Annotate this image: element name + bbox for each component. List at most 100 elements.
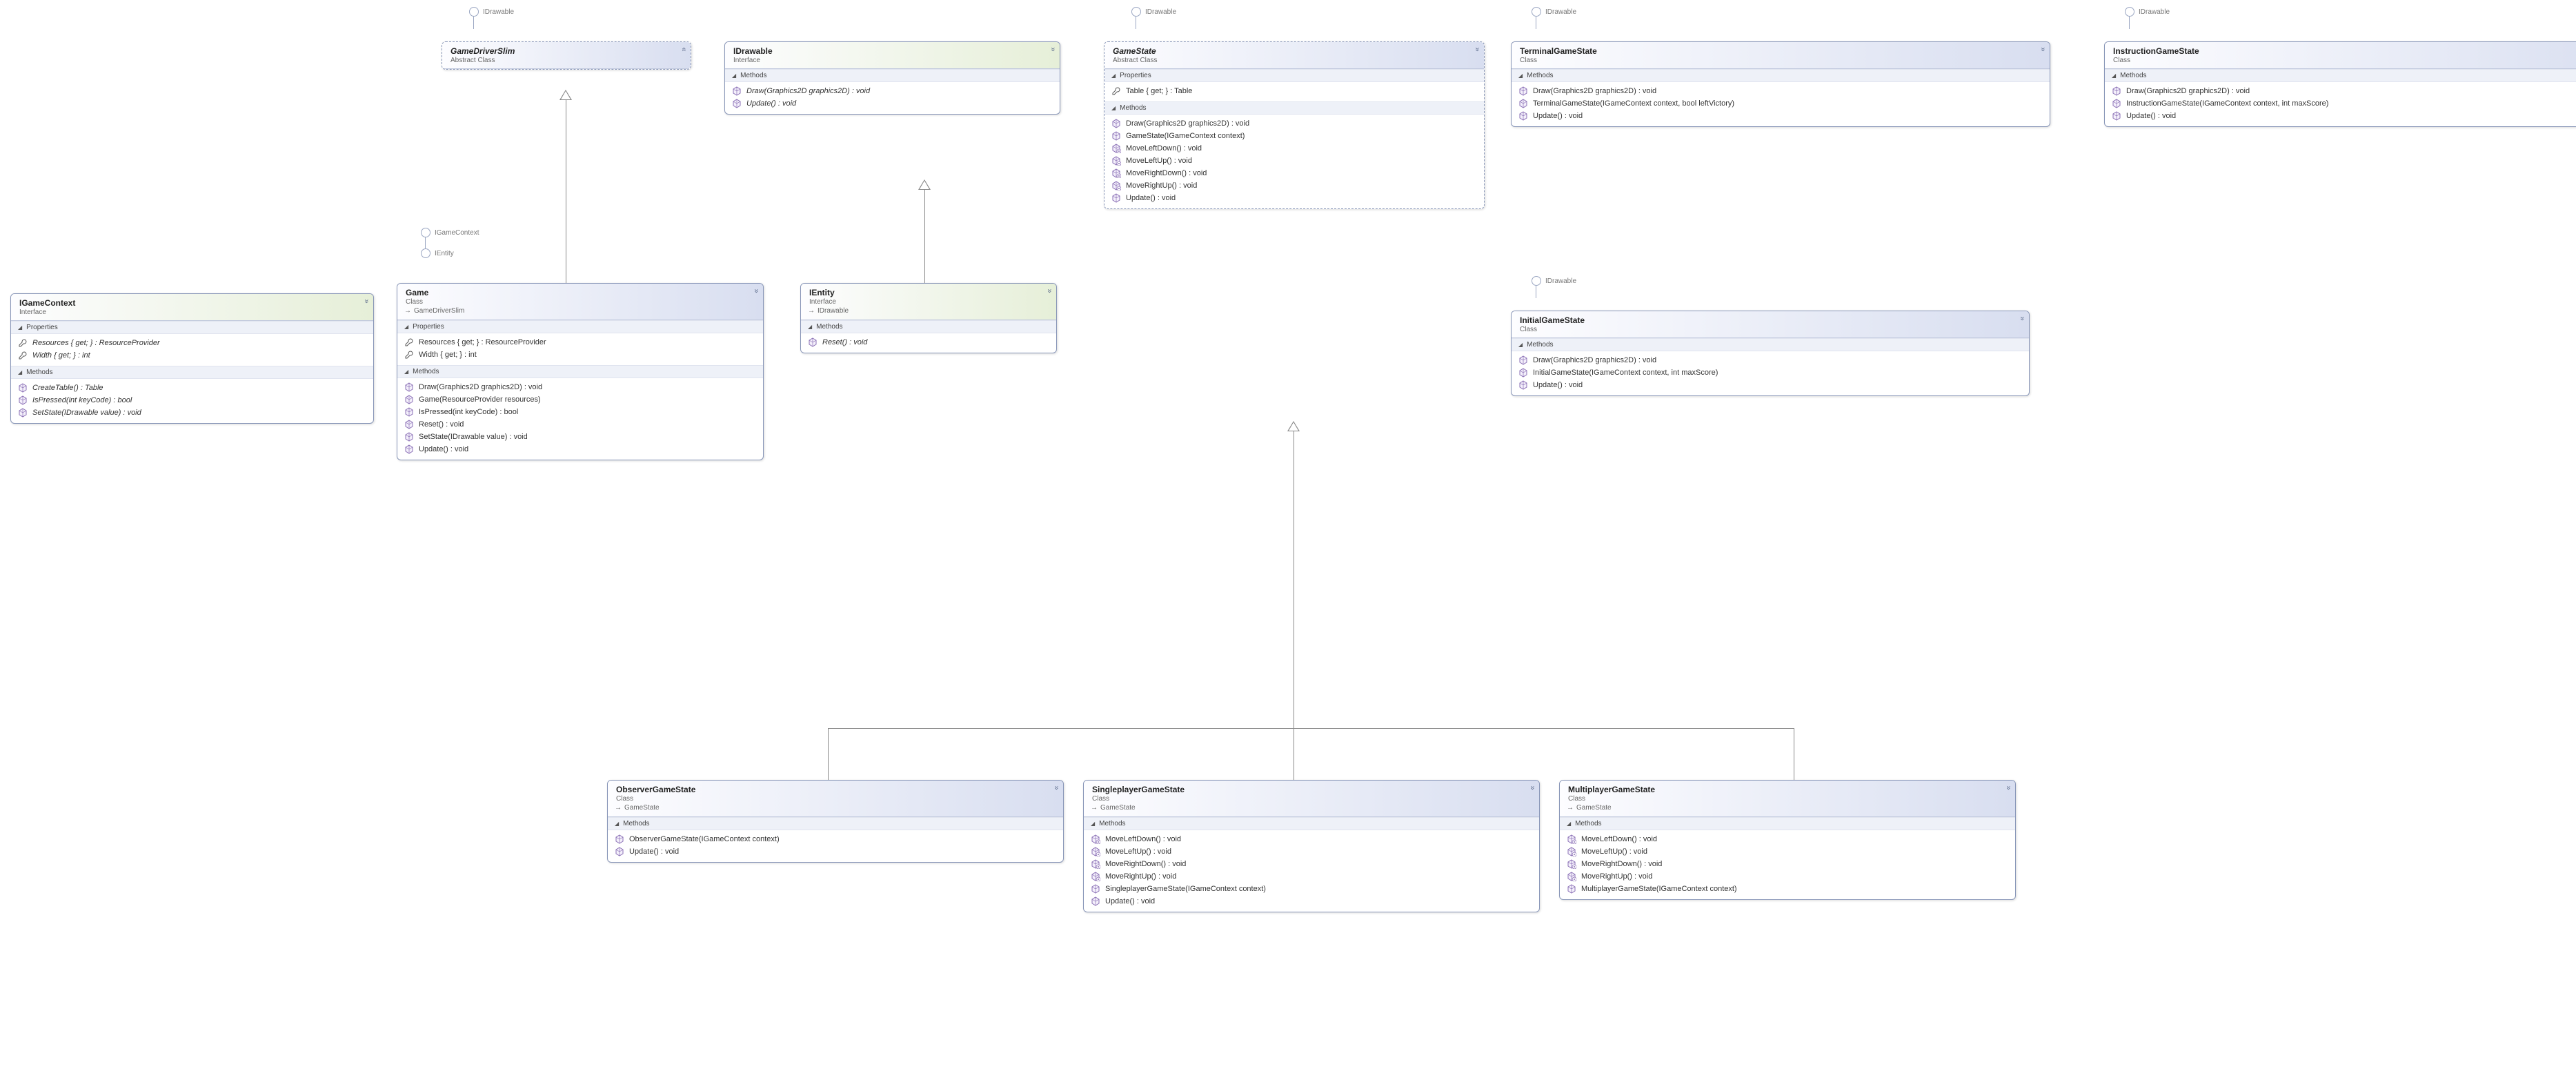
member[interactable]: Draw(Graphics2D graphics2D) : void [1518,354,2022,366]
collapse-chevron-icon[interactable]: « [2018,318,2026,320]
member[interactable]: InitialGameState(IGameContext context, i… [1518,366,2022,379]
member[interactable]: MoveRightDown() : void [1111,167,1477,179]
section-header[interactable]: Methods [725,69,1060,82]
member[interactable]: MoveLeftDown() : void [1567,833,2008,845]
section-header[interactable]: Methods [1512,338,2029,351]
class-header[interactable]: GameStateAbstract Class [1104,42,1484,69]
collapse-chevron-icon[interactable]: « [1528,787,1536,790]
member[interactable]: InstructionGameState(IGameContext contex… [2112,97,2576,110]
class-gamedriverslim[interactable]: GameDriverSlimAbstract Class» [442,41,691,70]
section-header[interactable]: Methods [1104,101,1484,115]
member[interactable]: MoveRightUp() : void [1567,870,2008,883]
member[interactable]: MoveLeftDown() : void [1111,142,1477,155]
class-game[interactable]: GameClassGameDriverSlim« Properties Resour… [397,283,764,460]
section-header[interactable]: Methods [608,817,1063,830]
section-header[interactable]: Methods [397,365,763,378]
section-header[interactable]: Methods [1084,817,1539,830]
member[interactable]: Update() : void [615,845,1056,858]
member[interactable]: MoveRightDown() : void [1091,858,1532,870]
member[interactable]: TerminalGameState(IGameContext context, … [1518,97,2043,110]
collapse-chevron-icon[interactable]: « [1473,49,1481,51]
member[interactable]: MoveRightDown() : void [1567,858,2008,870]
section-header[interactable]: Methods [11,366,373,379]
collapse-chevron-icon[interactable]: « [1049,49,1057,51]
member[interactable]: Resources { get; } : ResourceProvider [404,336,756,349]
class-base[interactable]: IDrawable [809,307,1049,315]
class-header[interactable]: InitialGameStateClass [1512,311,2029,338]
collapse-chevron-icon[interactable]: « [2004,787,2012,790]
section-header[interactable]: Properties [1104,69,1484,82]
member[interactable]: Game(ResourceProvider resources) [404,393,756,406]
class-base[interactable]: GameDriverSlim [406,307,756,315]
member[interactable]: Resources { get; } : ResourceProvider [18,337,366,349]
class-gamestate[interactable]: GameStateAbstract Class« Properties Table … [1104,41,1485,209]
section-header[interactable]: Methods [1512,69,2050,82]
class-terminalgamestate[interactable]: TerminalGameStateClass« Methods Draw(Graph… [1511,41,2050,127]
class-header[interactable]: TerminalGameStateClass [1512,42,2050,69]
member[interactable]: Draw(Graphics2D graphics2D) : void [732,85,1053,97]
member[interactable]: MoveRightUp() : void [1111,179,1477,192]
class-instructiongamestate[interactable]: InstructionGameStateClass«MethodsDraw(Gr… [2104,41,2576,127]
member[interactable]: MoveLeftUp() : void [1091,845,1532,858]
collapse-chevron-icon[interactable]: « [1045,291,1053,293]
collapse-chevron-icon[interactable]: « [362,301,370,303]
member[interactable]: SetState(IDrawable value) : void [404,431,756,443]
member[interactable]: Update() : void [1518,110,2043,122]
member[interactable]: CreateTable() : Table [18,382,366,394]
member[interactable]: SingleplayerGameState(IGameContext conte… [1091,883,1532,895]
member[interactable]: Update() : void [1518,379,2022,391]
section-header[interactable]: Properties [397,320,763,333]
member[interactable]: Table { get; } : Table [1111,85,1477,97]
member[interactable]: Update() : void [2112,110,2576,122]
class-multiplayergamestate[interactable]: MultiplayerGameStateClassGameState« Metho… [1559,780,2016,900]
class-header[interactable]: IDrawableInterface [725,42,1060,69]
member[interactable]: MoveRightUp() : void [1091,870,1532,883]
section-header[interactable]: Methods [1560,817,2015,830]
class-header[interactable]: SingleplayerGameStateClassGameState [1084,781,1539,817]
collapse-chevron-icon[interactable]: « [752,291,760,293]
class-header[interactable]: MultiplayerGameStateClassGameState [1560,781,2015,817]
member[interactable]: MoveLeftUp() : void [1567,845,2008,858]
class-singleplayergamestate[interactable]: SingleplayerGameStateClassGameState« Meth… [1083,780,1540,912]
member[interactable]: GameState(IGameContext context) [1111,130,1477,142]
section-header[interactable]: Methods [2105,69,2576,82]
member[interactable]: MultiplayerGameState(IGameContext contex… [1567,883,2008,895]
member[interactable]: ObserverGameState(IGameContext context) [615,833,1056,845]
section-header[interactable]: Methods [801,320,1056,333]
member[interactable]: Update() : void [404,443,756,455]
collapse-chevron-icon[interactable]: « [2039,49,2047,51]
class-header[interactable]: InstructionGameStateClass [2105,42,2576,69]
member[interactable]: Width { get; } : int [18,349,366,362]
section-header[interactable]: Properties [11,321,373,334]
class-header[interactable]: IGameContextInterface [11,294,373,321]
class-header[interactable]: GameDriverSlimAbstract Class [442,42,691,69]
class-base[interactable]: GameState [1568,804,2008,812]
class-initialgamestate[interactable]: InitialGameStateClass« Methods Draw(Graphi… [1511,311,2030,396]
class-header[interactable]: IEntityInterfaceIDrawable [801,284,1056,320]
member[interactable]: Draw(Graphics2D graphics2D) : void [1518,85,2043,97]
member[interactable]: MoveLeftUp() : void [1111,155,1477,167]
class-header[interactable]: ObserverGameStateClassGameState [608,781,1063,817]
class-observergamestate[interactable]: ObserverGameStateClassGameState« Methods O… [607,780,1064,863]
member[interactable]: Draw(Graphics2D graphics2D) : void [1111,117,1477,130]
class-base[interactable]: GameState [1092,804,1532,812]
member[interactable]: Reset() : void [404,418,756,431]
member[interactable]: Width { get; } : int [404,349,756,361]
collapse-chevron-icon[interactable]: « [1052,787,1060,790]
class-idrawable[interactable]: IDrawableInterface« Methods Draw(Graphics2… [724,41,1060,115]
member[interactable]: IsPressed(int keyCode) : bool [18,394,366,406]
class-base[interactable]: GameState [616,804,1056,812]
class-igamecontext[interactable]: IGameContextInterface« Properties Resource… [10,293,374,424]
member[interactable]: Draw(Graphics2D graphics2D) : void [2112,85,2576,97]
class-ientity[interactable]: IEntityInterfaceIDrawable« Methods Reset()… [800,283,1057,353]
member[interactable]: Update() : void [732,97,1053,110]
member[interactable]: Reset() : void [808,336,1049,349]
member[interactable]: SetState(IDrawable value) : void [18,406,366,419]
collapse-chevron-icon[interactable]: » [680,49,688,51]
member[interactable]: Update() : void [1091,895,1532,908]
member[interactable]: Update() : void [1111,192,1477,204]
member[interactable]: MoveLeftDown() : void [1091,833,1532,845]
member[interactable]: Draw(Graphics2D graphics2D) : void [404,381,756,393]
class-header[interactable]: GameClassGameDriverSlim [397,284,763,320]
member[interactable]: IsPressed(int keyCode) : bool [404,406,756,418]
